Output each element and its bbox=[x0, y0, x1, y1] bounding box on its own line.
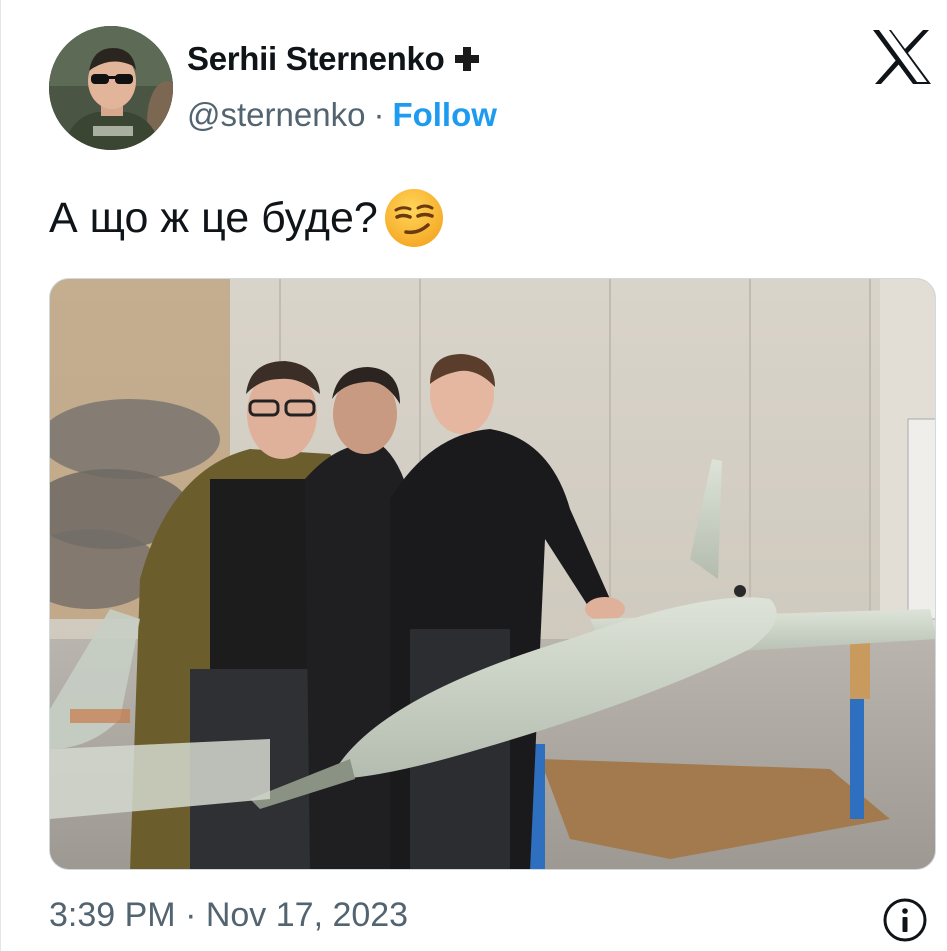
follow-button[interactable]: Follow bbox=[392, 96, 496, 134]
author-avatar[interactable] bbox=[49, 26, 173, 150]
smirking-face-emoji-icon bbox=[384, 189, 443, 247]
tweet-timestamp[interactable]: 3:39 PM · Nov 17, 2023 bbox=[49, 896, 408, 935]
handle-separator: · bbox=[373, 96, 385, 133]
author-display-name[interactable]: Serhii Sternenko bbox=[187, 40, 445, 78]
plus-cross-icon bbox=[454, 46, 480, 72]
tweet-text: А що ж це буде? bbox=[49, 193, 378, 242]
info-icon[interactable] bbox=[882, 897, 928, 943]
x-logo-icon[interactable] bbox=[871, 28, 933, 86]
tweet-text-row: А що ж це буде? bbox=[49, 188, 444, 248]
author-handle[interactable]: @sternenko bbox=[187, 96, 365, 134]
author-name-row: Serhii Sternenko bbox=[187, 40, 480, 78]
tweet-photo[interactable] bbox=[49, 278, 936, 870]
tweet-card: Serhii Sternenko @sternenko · Follow А щ… bbox=[0, 0, 947, 951]
author-handle-row: @sternenko · Follow bbox=[187, 96, 497, 134]
